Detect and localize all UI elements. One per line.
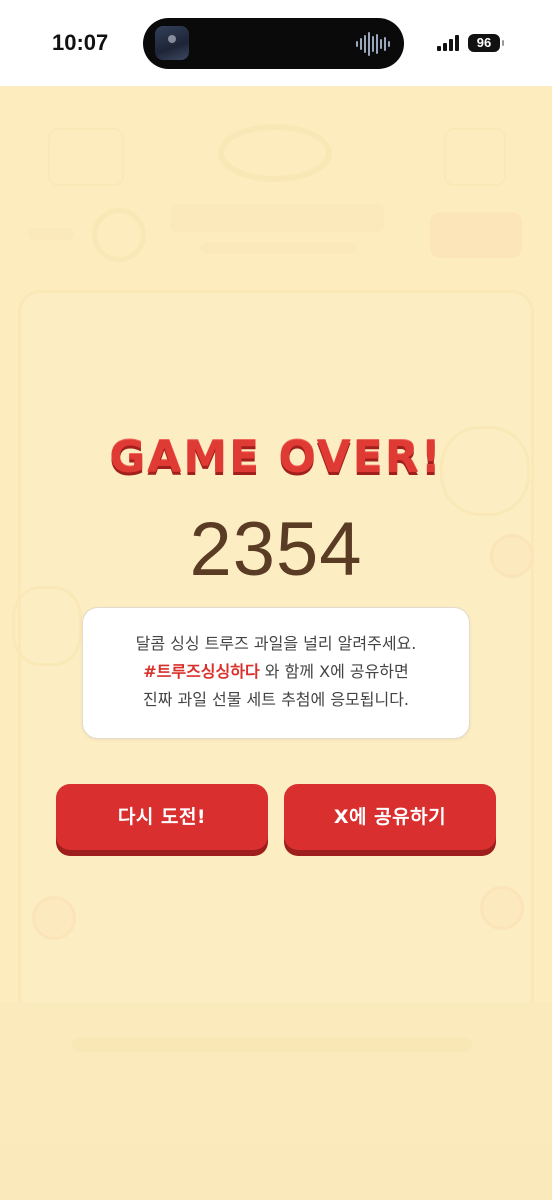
hashtag: #트루즈싱싱하다 xyxy=(143,662,260,681)
now-playing-thumbnail xyxy=(155,26,189,60)
status-bar: 10:07 96 xyxy=(0,0,552,86)
share-message-line3: 진짜 과일 선물 세트 추첨에 응모됩니다. xyxy=(142,690,410,709)
status-time: 10:07 xyxy=(52,30,109,55)
game-over-title: GAME OVER! xyxy=(109,432,443,483)
share-message-card: 달콤 싱싱 트루즈 과일을 널리 알려주세요. #트루즈싱싱하다 와 함께 X에… xyxy=(82,607,470,739)
waveform-icon xyxy=(356,32,390,56)
dynamic-island[interactable] xyxy=(143,18,404,69)
share-message-line2-rest: 와 함께 X에 공유하면 xyxy=(259,662,409,681)
status-indicators: 96 xyxy=(437,34,504,52)
battery-icon: 96 xyxy=(468,34,504,52)
cellular-signal-icon xyxy=(437,35,459,51)
share-on-x-button[interactable]: X에 공유하기 xyxy=(284,784,496,850)
retry-button[interactable]: 다시 도전! xyxy=(56,784,268,850)
share-message-line1: 달콤 싱싱 트루즈 과일을 널리 알려주세요. xyxy=(135,634,417,653)
share-message-line2: #트루즈싱싱하다 와 함께 X에 공유하면 xyxy=(83,658,469,686)
final-score: 2354 xyxy=(189,507,363,592)
